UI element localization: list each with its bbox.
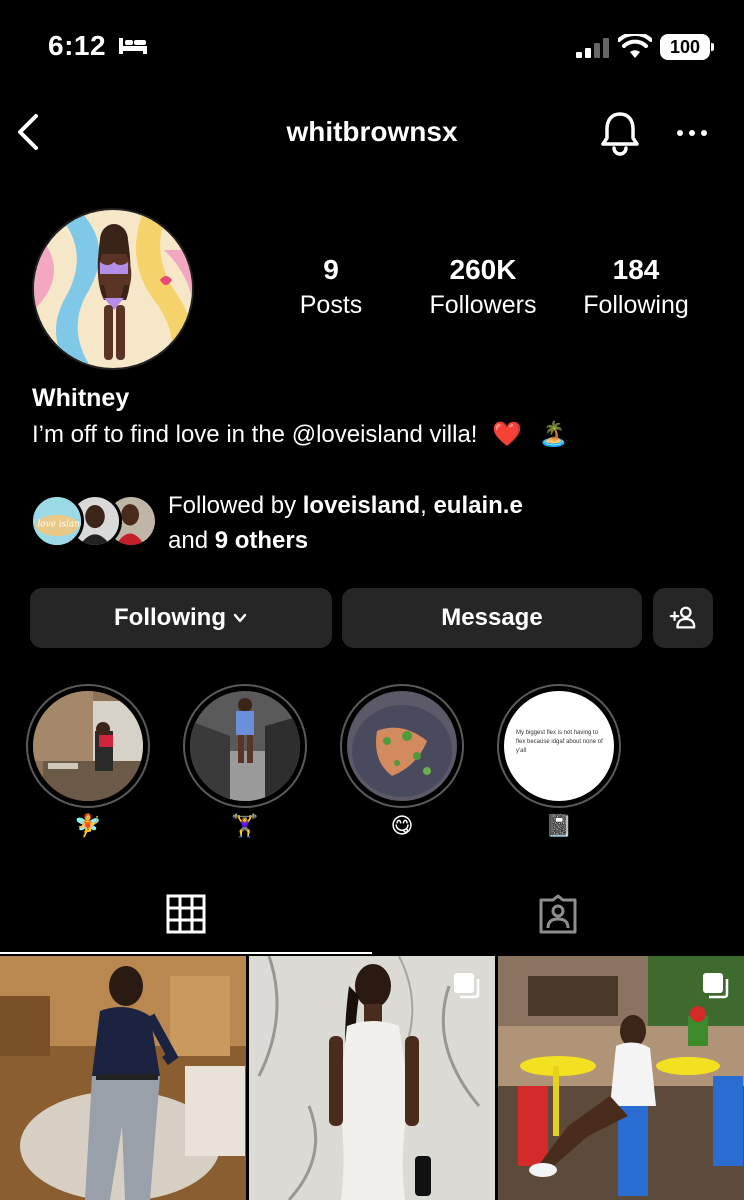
followed-by-text: Followed by loveisland, eulain.e and 9 o…: [168, 488, 523, 558]
tab-posts-grid[interactable]: [0, 880, 372, 954]
highlight-cover-1: [33, 691, 143, 801]
message-button-label: Message: [441, 604, 543, 631]
grid-icon: [166, 894, 206, 934]
following-button-label: Following: [114, 604, 226, 631]
add-user-icon: [669, 606, 696, 629]
message-button[interactable]: Message: [342, 588, 642, 648]
followers-label: Followers: [429, 291, 537, 319]
chevron-down-icon: [233, 613, 247, 623]
heart-emoji: ❤️: [492, 420, 523, 448]
carousel-icon: [454, 973, 480, 999]
status-time: 6:12: [48, 30, 107, 61]
followed-and: and: [168, 527, 215, 554]
more-icon[interactable]: [672, 118, 712, 148]
highlight-cover-4: My biggest flex is not having to flex be…: [504, 691, 614, 801]
story-highlight-2[interactable]: 🏋️‍♀️: [183, 684, 307, 844]
post-thumbnail-2[interactable]: [249, 956, 495, 1200]
story-highlight-4[interactable]: My biggest flex is not having to flex be…: [497, 684, 621, 844]
stat-posts[interactable]: 9 Posts: [256, 252, 406, 322]
highlight-cover-3: [347, 691, 457, 801]
followed-sep: ,: [420, 492, 434, 519]
highlight-ring: My biggest flex is not having to flex be…: [497, 684, 621, 808]
carousel-icon: [703, 973, 729, 999]
mutual-user-eulain[interactable]: eulain.e: [433, 492, 522, 519]
followers-count: 260K: [449, 254, 517, 285]
following-button[interactable]: Following: [30, 588, 332, 648]
post-thumbnail-3[interactable]: [498, 956, 744, 1200]
story-highlight-1[interactable]: 🧚: [26, 684, 150, 844]
tab-tagged[interactable]: [372, 880, 744, 954]
wifi-icon: [618, 34, 652, 58]
highlight-ring: [183, 684, 307, 808]
highlight-ring: [340, 684, 464, 808]
suggested-users-button[interactable]: [653, 588, 713, 648]
posts-label: Posts: [299, 291, 363, 319]
followed-prefix: Followed by: [168, 492, 303, 519]
highlight-label-4: 📓: [545, 814, 573, 839]
highlight-cover-2: [190, 691, 300, 801]
profile-header: whitbrownsx: [0, 100, 744, 164]
highlight-cover-text: My biggest flex is not having to flex be…: [504, 691, 614, 801]
posts-grid: [0, 956, 744, 1200]
highlight-label-3: 😋: [390, 814, 414, 839]
profile-avatar[interactable]: [32, 208, 194, 370]
story-highlight-3[interactable]: 😋: [340, 684, 464, 844]
signal-icon: [576, 38, 609, 58]
battery-icon: 100: [660, 34, 714, 60]
profile-tabs: [0, 880, 744, 954]
highlight-label-1: 🧚: [74, 814, 102, 839]
loveisland-logo-text: love island: [37, 519, 81, 529]
stat-following[interactable]: 184 Following: [561, 252, 711, 322]
highlight-label-2: 🏋️‍♀️: [231, 814, 259, 839]
tagged-icon: [539, 894, 577, 934]
highlight-ring: [26, 684, 150, 808]
bio-text: I’m off to find love in the @loveisland …: [32, 421, 478, 448]
stat-followers[interactable]: 260K Followers: [408, 252, 558, 322]
mutual-user-loveisland[interactable]: loveisland: [303, 492, 420, 519]
island-emoji: 🏝️: [538, 420, 569, 448]
display-name: Whitney: [32, 384, 130, 412]
bed-icon: [119, 38, 147, 54]
followed-by[interactable]: love island Followed by loveisland, eula…: [30, 488, 730, 568]
post-thumbnail-1[interactable]: [0, 956, 246, 1200]
mutual-avatars: love island: [30, 494, 160, 550]
following-count: 184: [612, 254, 660, 285]
following-label: Following: [583, 291, 689, 319]
bell-icon[interactable]: [598, 110, 642, 156]
mutual-others[interactable]: 9 others: [215, 527, 308, 554]
bio: I’m off to find love in the @loveisland …: [32, 420, 569, 449]
mutual-avatar-loveisland: love island: [30, 494, 84, 548]
status-bar: 6:12 100: [0, 0, 744, 90]
profile-stats: 9 Posts 260K Followers 184 Following: [256, 252, 726, 332]
posts-count: 9: [323, 254, 339, 285]
